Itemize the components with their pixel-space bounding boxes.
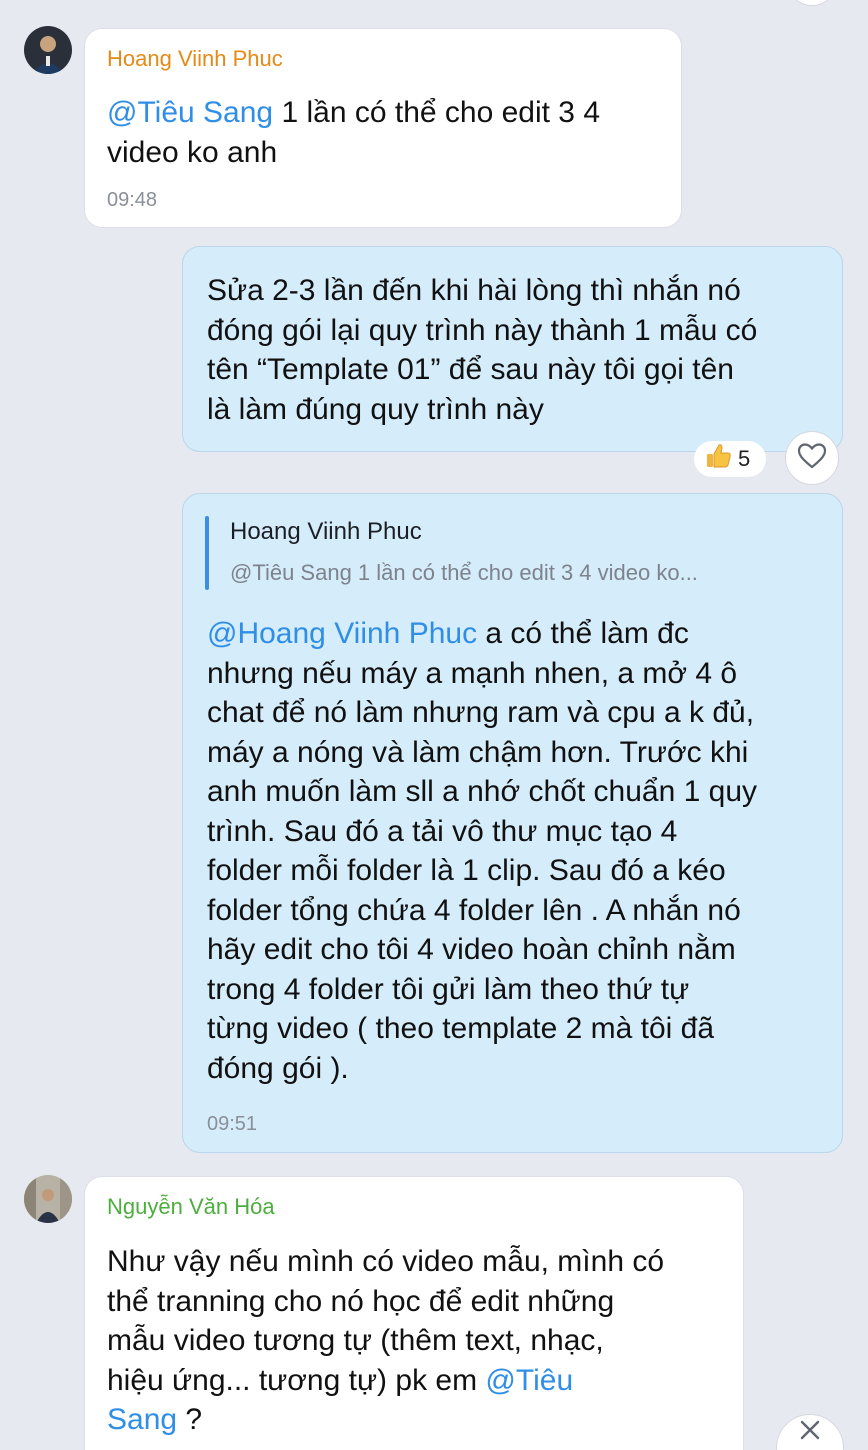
message-text: Như vậy nếu mình có video mẫu, mình có t…: [107, 1242, 737, 1440]
heart-icon: [797, 442, 827, 475]
message-time: 09:51: [207, 1113, 258, 1135]
message-line: từng video ( theo template 2 mà tôi đã: [207, 1012, 715, 1045]
mention-link[interactable]: @Tiêu Sang: [107, 96, 273, 129]
message-line: folder mỗi folder là 1 clip. Sau đó a ké…: [207, 854, 726, 887]
sender-name: Nguyễn Văn Hóa: [107, 1194, 275, 1219]
message-time: 09:48: [107, 189, 158, 211]
message-line: tên “Template 01” để sau này tôi gọi tên: [207, 353, 734, 386]
reaction-count: 5: [738, 446, 751, 471]
close-action-button[interactable]: [776, 1414, 844, 1450]
avatar-nguyen-van-hoa[interactable]: [24, 1175, 72, 1223]
message-line: đóng gói lại quy trình này thành 1 mẫu c…: [207, 313, 758, 347]
message-body: ?: [177, 1403, 203, 1436]
message-text: @Hoang Viinh Phuc a có thể làm đc nhưng …: [207, 614, 837, 1088]
message-line: mẫu video tương tự (thêm text, nhạc,: [107, 1324, 604, 1357]
message-line: chat để nó làm nhưng ram và cpu a k đủ,: [207, 696, 755, 729]
message-text: Sửa 2-3 lần đến khi hài lòng thì nhắn nó…: [207, 271, 837, 429]
thumbs-up-icon: [704, 442, 732, 476]
message-body: a có thể làm đc: [477, 617, 689, 650]
close-icon: [797, 1417, 823, 1448]
sender-name: Hoang Viinh Phuc: [107, 46, 283, 71]
message-line: anh muốn làm sll a nhớ chốt chuẩn 1 quy: [207, 775, 758, 808]
message-line: là làm đúng quy trình này: [207, 392, 544, 426]
reply-sender-name[interactable]: Hoang Viinh Phuc: [230, 518, 422, 546]
message-line: đóng gói ).: [207, 1051, 349, 1085]
reply-preview[interactable]: @Tiêu Sang 1 lần có thể cho edit 3 4 vid…: [230, 560, 698, 586]
chat-thread[interactable]: Hoang Viinh Phuc @Tiêu Sang 1 lần có thể…: [0, 0, 868, 1450]
mention-link[interactable]: Sang: [107, 1403, 177, 1436]
message-line: hãy edit cho tôi 4 video hoàn chỉnh nằm: [207, 933, 736, 966]
reaction-badge[interactable]: 5: [694, 441, 766, 477]
message-text: @Tiêu Sang 1 lần có thể cho edit 3 4 vid…: [107, 93, 667, 172]
mention-link[interactable]: @Tiêu: [485, 1364, 573, 1397]
message-line: trong 4 folder tôi gửi làm theo thứ tự: [207, 972, 690, 1006]
top-action-button[interactable]: [786, 0, 838, 6]
message-line: Như vậy nếu mình có video mẫu, mình có: [107, 1245, 665, 1278]
message-bubble-4[interactable]: Nguyễn Văn Hóa Như vậy nếu mình có video…: [84, 1176, 744, 1450]
heart-react-button[interactable]: [785, 431, 839, 485]
message-line: nhưng nếu máy a mạnh nhen, a mở 4 ô: [207, 656, 738, 690]
message-line: folder tổng chứa 4 folder lên . A nhắn n…: [207, 893, 741, 927]
message-bubble-1[interactable]: Hoang Viinh Phuc @Tiêu Sang 1 lần có thể…: [84, 28, 682, 228]
mention-link[interactable]: @Hoang Viinh Phuc: [207, 617, 477, 650]
message-line: trình. Sau đó a tải vô thư mục tạo 4: [207, 814, 678, 848]
message-line: thể tranning cho nó học để edit những: [107, 1284, 615, 1318]
message-line: Sửa 2-3 lần đến khi hài lòng thì nhắn nó: [207, 274, 741, 307]
avatar-hoang-viinh-phuc[interactable]: [24, 26, 72, 74]
message-bubble-2[interactable]: Sửa 2-3 lần đến khi hài lòng thì nhắn nó…: [182, 246, 843, 452]
reply-quote-bar: [205, 516, 209, 590]
message-line: máy a nóng và làm chậm hơn. Trước khi: [207, 735, 749, 769]
message-body: hiệu ứng... tương tự) pk em: [107, 1363, 486, 1397]
message-bubble-3[interactable]: Hoang Viinh Phuc @Tiêu Sang 1 lần có thể…: [182, 493, 843, 1153]
